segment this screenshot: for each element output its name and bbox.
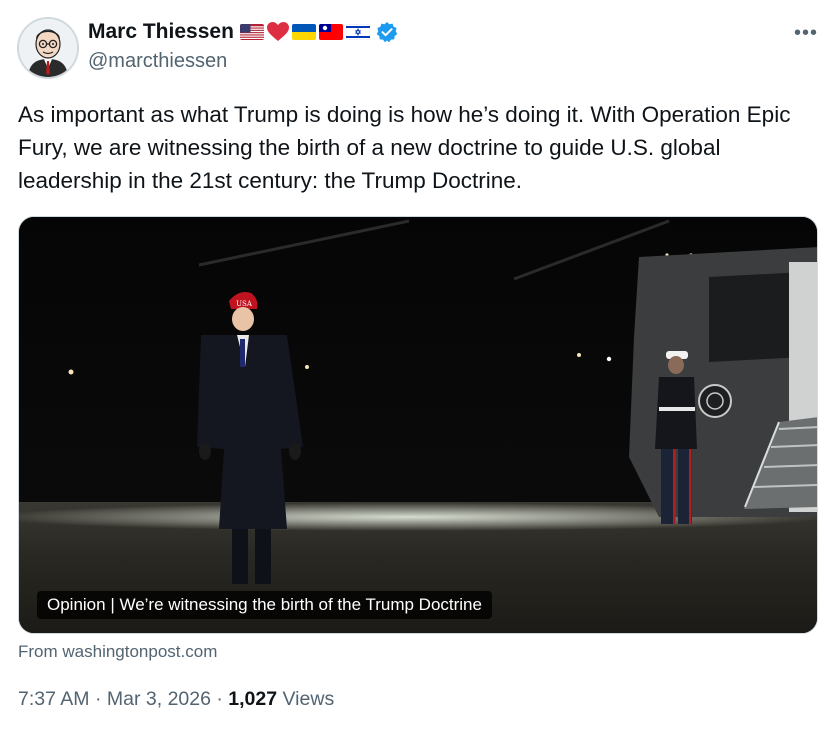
display-name[interactable]: Marc Thiessen xyxy=(88,20,234,44)
hat-text: USA xyxy=(236,300,253,308)
verified-badge-icon xyxy=(376,21,398,43)
red-heart-icon xyxy=(266,22,289,42)
views-count[interactable]: 1,027 xyxy=(228,688,277,710)
tweet-meta: 7:37 AM · Mar 3, 2026 · 1,027 Views xyxy=(18,688,334,711)
author-handle[interactable]: @marcthiessen xyxy=(88,50,227,73)
name-emojis xyxy=(239,22,370,42)
tweet-article[interactable]: Marc Thiessen @marcthiessen ••• As impor… xyxy=(0,0,840,732)
avatar[interactable] xyxy=(17,17,79,79)
more-options-icon[interactable]: ••• xyxy=(794,22,818,45)
us-flag-icon xyxy=(239,24,264,40)
meta-separator: · xyxy=(216,688,223,710)
ukraine-flag-icon xyxy=(291,24,316,40)
israel-flag-icon xyxy=(345,24,370,40)
link-card-caption[interactable]: Opinion | We’re witnessing the birth of … xyxy=(37,591,492,619)
avatar-cartoon-icon xyxy=(19,19,77,77)
tweet-time[interactable]: 7:37 AM xyxy=(18,688,90,710)
article-photo: USA xyxy=(19,217,817,633)
tweet-text: As important as what Trump is doing is h… xyxy=(18,102,791,193)
views-label: Views xyxy=(282,688,335,710)
author-name-row[interactable]: Marc Thiessen xyxy=(88,20,398,44)
link-source[interactable]: From washingtonpost.com xyxy=(18,642,217,662)
taiwan-flag-icon xyxy=(318,24,343,40)
link-card[interactable]: USA Opinion | We’re witnessing the birth… xyxy=(18,216,818,634)
tweet-date[interactable]: Mar 3, 2026 xyxy=(107,688,211,710)
meta-separator: · xyxy=(94,688,102,710)
